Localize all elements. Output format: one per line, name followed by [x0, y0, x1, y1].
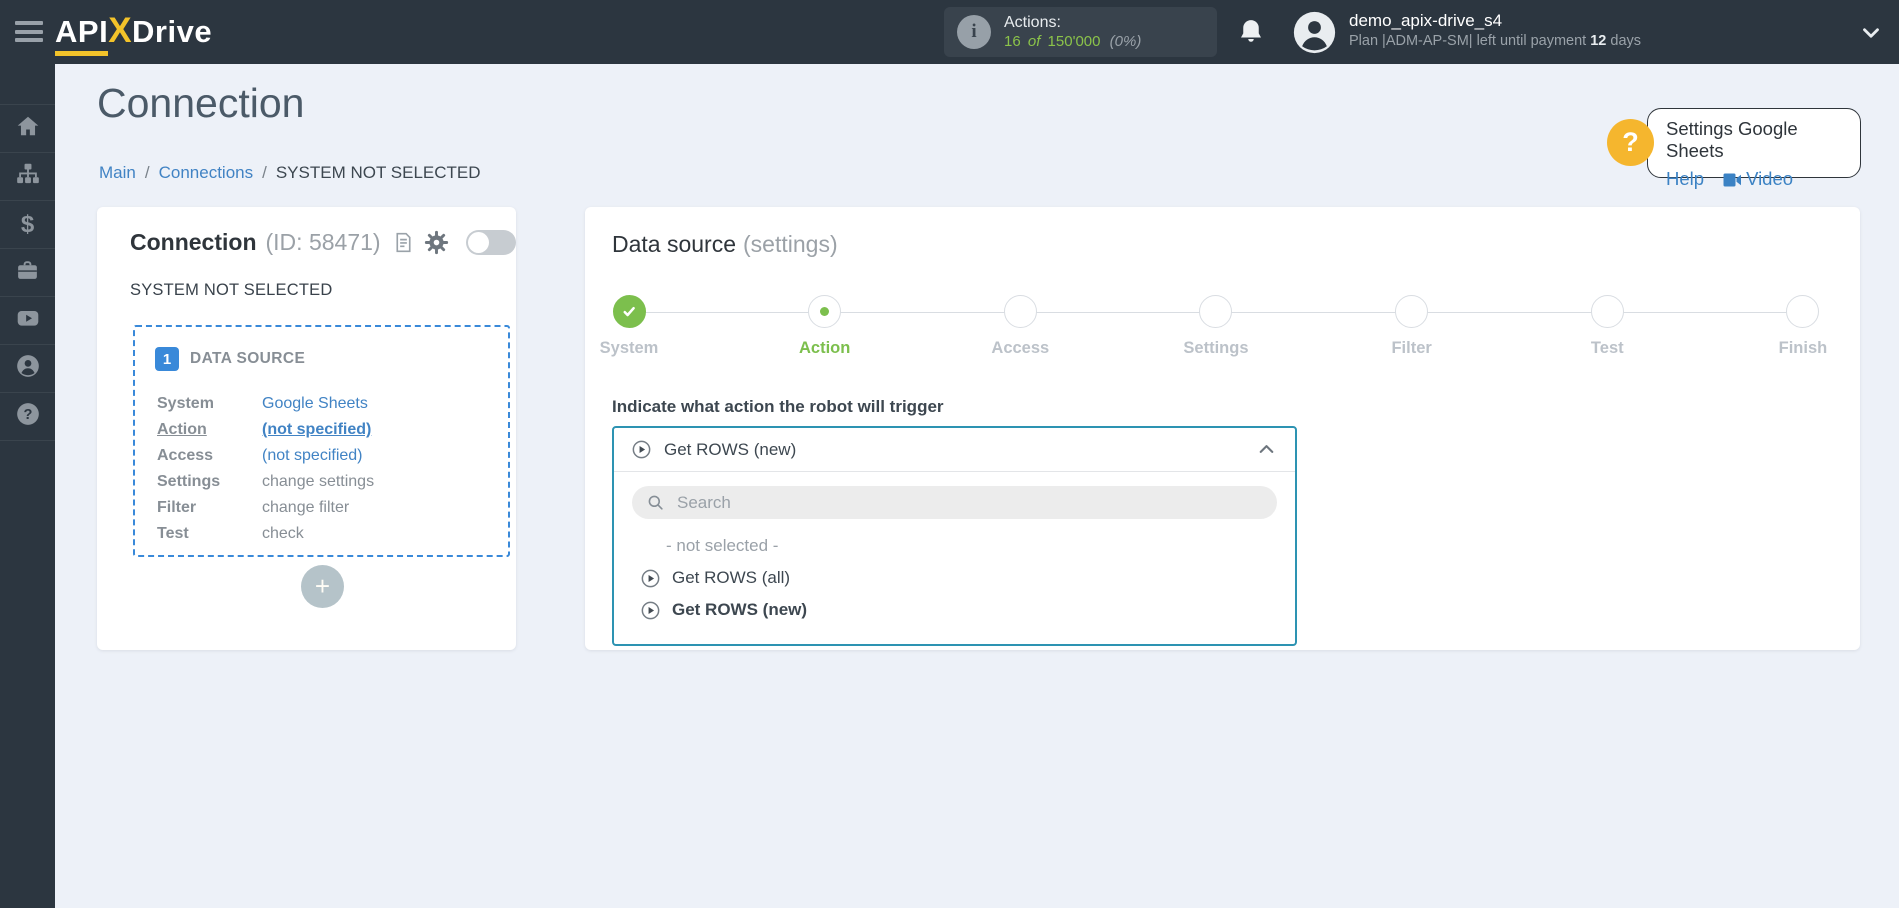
topbar: API XDrive i Actions: 16 of 150'000 (0%) …: [0, 0, 1899, 64]
video-link[interactable]: Video: [1746, 168, 1793, 190]
row-filter: Filter change filter: [157, 499, 350, 516]
actions-of: of: [1027, 32, 1041, 50]
sidebar-item-billing[interactable]: $: [0, 201, 55, 249]
dropdown-selected-text: Get ROWS (new): [664, 439, 797, 459]
row-system: System Google Sheets: [157, 395, 368, 413]
logo-part-api: API: [55, 14, 109, 56]
notifications-bell-icon[interactable]: [1236, 17, 1266, 47]
dropdown-option-get-rows-new[interactable]: Get ROWS (new): [614, 594, 1295, 626]
step-system[interactable]: System: [600, 295, 658, 357]
data-source-settings-panel: Data source (settings) System Action Acce…: [585, 207, 1860, 650]
row-system-value[interactable]: Google Sheets: [262, 395, 368, 413]
logo-part-drive: Drive: [132, 14, 213, 49]
step-filter[interactable]: Filter: [1391, 295, 1432, 357]
dropdown-selected[interactable]: Get ROWS (new): [614, 428, 1295, 472]
row-access-value[interactable]: (not specified): [262, 447, 363, 465]
gear-icon[interactable]: [423, 229, 450, 256]
actions-text: Actions: 16 of 150'000 (0%): [1004, 13, 1141, 52]
sidebar: $ ?: [0, 64, 55, 908]
connection-toggle[interactable]: [465, 230, 516, 255]
search-input[interactable]: [675, 491, 1263, 514]
search-icon: [648, 495, 663, 510]
step-test[interactable]: Test: [1590, 295, 1624, 357]
briefcase-icon: [15, 258, 40, 288]
actions-total: 150'000: [1047, 32, 1101, 50]
sidebar-item-home[interactable]: [0, 105, 55, 153]
document-icon[interactable]: [392, 231, 415, 254]
chevron-up-icon[interactable]: [1255, 438, 1278, 461]
connection-card: Connection (ID: 58471) SYSTEM NOT SELECT…: [97, 207, 516, 650]
page-title: Connection: [97, 80, 305, 126]
breadcrumb-current: SYSTEM NOT SELECTED: [275, 163, 481, 182]
action-question-label: Indicate what action the robot will trig…: [612, 397, 944, 416]
actions-percent: (0%): [1109, 32, 1142, 50]
dollar-icon: $: [20, 210, 35, 238]
check-icon: [612, 295, 646, 328]
active-dot: [808, 295, 842, 328]
row-action: Action (not specified): [157, 421, 372, 439]
row-test-value: check: [262, 525, 304, 542]
user-menu[interactable]: demo_apix-drive_s4 Plan |ADM-AP-SM| left…: [1349, 10, 1641, 51]
step-settings[interactable]: Settings: [1183, 295, 1249, 357]
dropdown-option-get-rows-all[interactable]: Get ROWS (all): [614, 562, 1295, 594]
play-circle-icon: [640, 600, 661, 621]
chevron-down-icon[interactable]: [1858, 20, 1884, 46]
sidebar-item-connections[interactable]: [0, 153, 55, 201]
breadcrumb-main[interactable]: Main: [99, 163, 136, 182]
svg-text:?: ?: [23, 407, 32, 423]
sidebar-item-account[interactable]: [0, 345, 55, 393]
step-access[interactable]: Access: [991, 295, 1049, 357]
sidebar-item-video[interactable]: [0, 297, 55, 345]
data-source-block-title: DATA SOURCE: [190, 350, 306, 367]
question-icon: ?: [15, 401, 41, 432]
step-action[interactable]: Action: [799, 295, 850, 357]
logo[interactable]: API XDrive: [55, 11, 213, 56]
screen: API XDrive i Actions: 16 of 150'000 (0%) …: [0, 0, 1899, 908]
sitemap-icon: [15, 161, 41, 192]
help-bubble-icon[interactable]: ?: [1607, 119, 1654, 166]
user-name: demo_apix-drive_s4: [1349, 11, 1503, 30]
youtube-icon: [15, 305, 41, 336]
info-icon: i: [957, 15, 991, 49]
connection-card-title: Connection: [130, 229, 257, 255]
panel-title: Data source (settings): [612, 231, 838, 257]
dropdown-search: [632, 486, 1277, 519]
help-card: Settings Google Sheets Help Video: [1647, 108, 1861, 189]
home-icon: [15, 113, 41, 144]
connection-subtitle: SYSTEM NOT SELECTED: [130, 281, 333, 299]
stepper: System Action Access Settings Filter Tes…: [600, 295, 1827, 359]
sidebar-item-services[interactable]: [0, 249, 55, 297]
actions-used: 16: [1004, 32, 1021, 50]
row-settings: Settings change settings: [157, 473, 375, 490]
breadcrumb: Main / Connections / SYSTEM NOT SELECTED: [99, 163, 481, 182]
help-card-title: Settings Google Sheets: [1666, 118, 1798, 161]
row-settings-value: change settings: [262, 473, 375, 490]
add-step-button[interactable]: +: [301, 565, 344, 608]
sidebar-item-help[interactable]: ?: [0, 393, 55, 441]
action-dropdown: Get ROWS (new) - not selected - Get ROWS…: [612, 426, 1297, 646]
dropdown-option-not-selected[interactable]: - not selected -: [614, 530, 1295, 562]
step-number-badge: 1: [155, 347, 179, 371]
play-circle-icon: [631, 439, 652, 460]
avatar[interactable]: [1292, 10, 1337, 55]
help-link[interactable]: Help: [1666, 168, 1704, 190]
logo-part-x: X: [108, 11, 133, 50]
data-source-block[interactable]: 1 DATA SOURCE System Google Sheets Actio…: [133, 325, 510, 557]
play-circle-icon: [640, 568, 661, 589]
row-test: Test check: [157, 525, 304, 542]
step-finish[interactable]: Finish: [1779, 295, 1827, 357]
user-plan: Plan |ADM-AP-SM| left until payment 12 d…: [1349, 33, 1642, 50]
row-filter-value: change filter: [262, 499, 350, 516]
row-action-value[interactable]: (not specified): [262, 421, 371, 439]
videocam-icon: [1720, 168, 1744, 192]
person-icon: [15, 353, 41, 384]
breadcrumb-connections[interactable]: Connections: [159, 163, 254, 182]
connection-id: (ID: 58471): [265, 229, 381, 255]
row-access: Access (not specified): [157, 447, 363, 465]
menu-icon[interactable]: [15, 21, 45, 43]
actions-label: Actions:: [1004, 13, 1061, 31]
actions-counter[interactable]: i Actions: 16 of 150'000 (0%): [944, 7, 1217, 57]
